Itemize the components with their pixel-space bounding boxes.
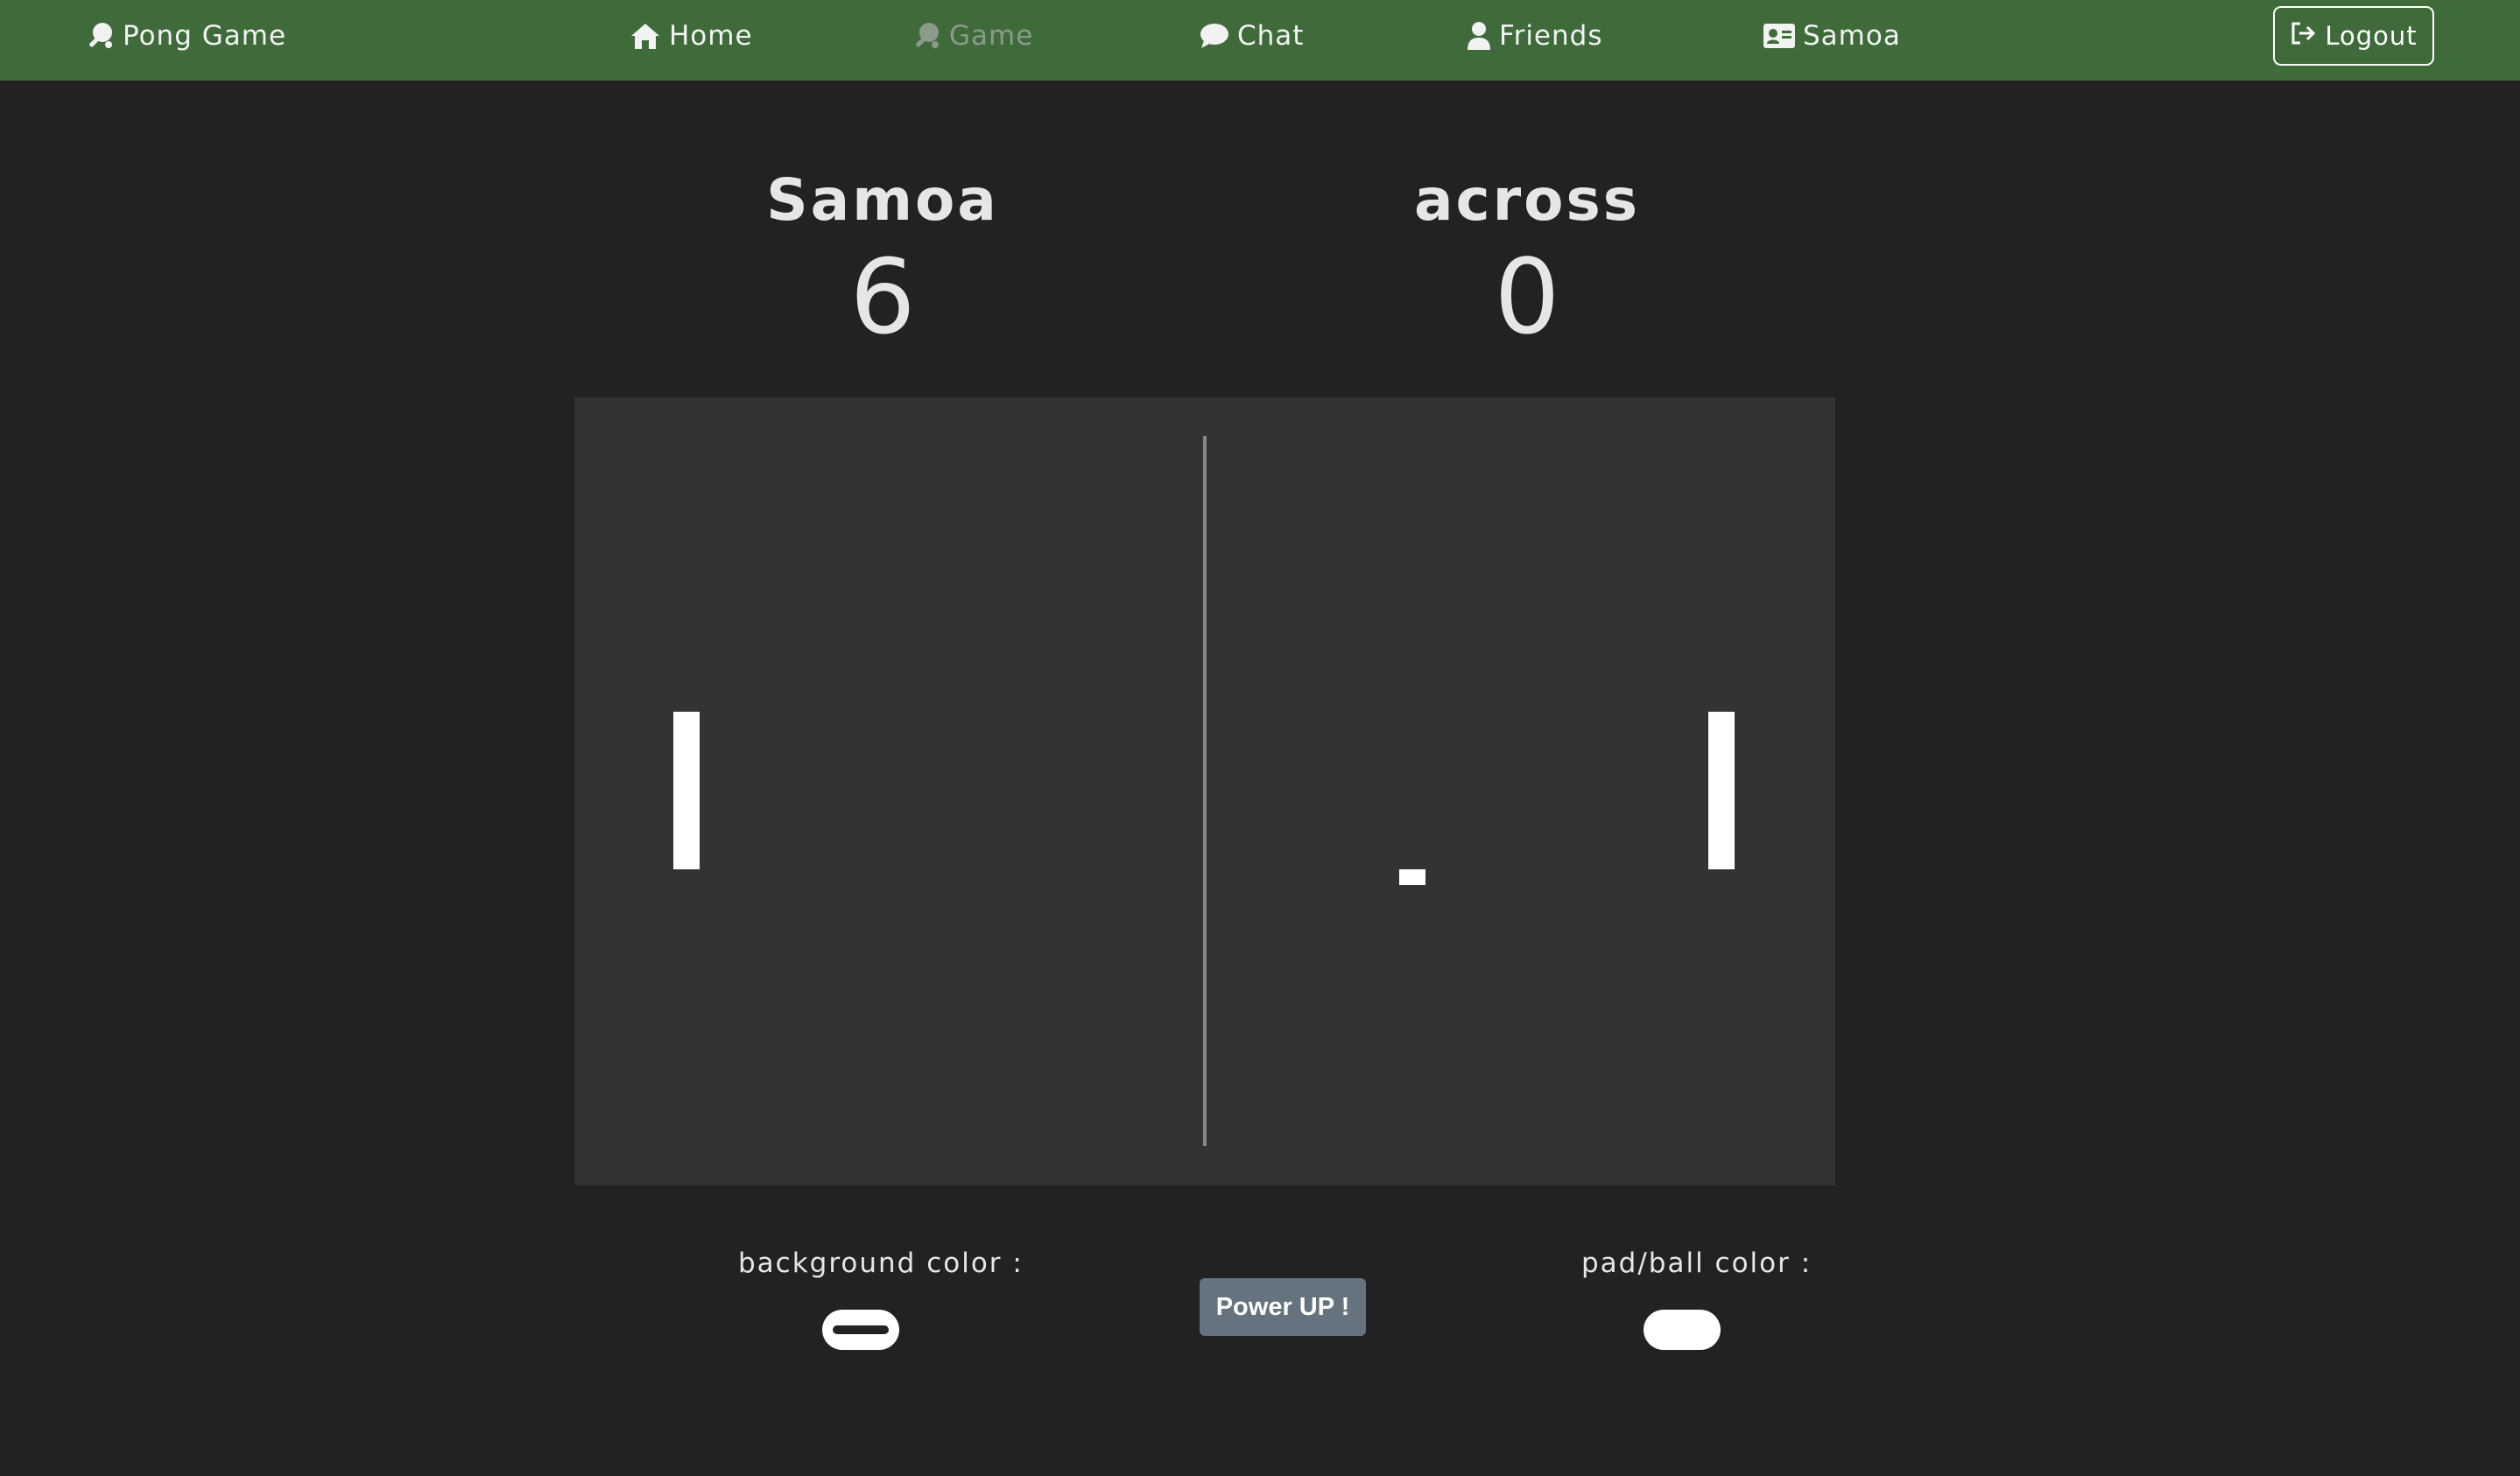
nav-item-home[interactable]: Home	[629, 0, 753, 72]
player1-name: Samoa	[766, 166, 999, 234]
logout-button[interactable]: Logout	[2273, 6, 2434, 66]
nav-item-friends[interactable]: Friends	[1466, 0, 1602, 72]
nav-item-label: Friends	[1499, 20, 1603, 52]
background-color-label: background color :	[738, 1248, 1024, 1279]
background-color-picker[interactable]	[822, 1310, 899, 1350]
nav-item-chat[interactable]: Chat	[1199, 0, 1304, 72]
nav-item-profile[interactable]: Samoa	[1763, 0, 1901, 72]
background-color-swatch	[833, 1325, 889, 1334]
home-icon	[629, 21, 662, 51]
nav-item-label: Home	[669, 20, 753, 52]
logout-icon	[2290, 21, 2316, 52]
nav-item-label: Chat	[1237, 20, 1305, 52]
right-paddle	[1708, 712, 1735, 869]
player2-score: 0	[1494, 236, 1560, 357]
nav-item-game[interactable]: Game	[912, 0, 1033, 72]
ping-pong-icon	[912, 21, 942, 51]
power-up-button[interactable]: Power UP !	[1200, 1278, 1366, 1336]
brand-label: Pong Game	[123, 20, 287, 52]
game-board[interactable]	[574, 397, 1835, 1185]
logout-label: Logout	[2325, 21, 2418, 51]
pad-ball-color-picker[interactable]	[1644, 1310, 1721, 1350]
player1-score: 6	[849, 236, 916, 357]
nav-item-label: Samoa	[1803, 20, 1901, 52]
left-paddle	[673, 712, 700, 869]
id-card-icon	[1763, 23, 1796, 49]
player2-name: across	[1413, 166, 1641, 234]
chat-bubble-icon	[1199, 22, 1230, 50]
nav-item-label: Game	[949, 20, 1034, 52]
user-icon	[1466, 21, 1492, 51]
nav-brand[interactable]: Pong Game	[86, 0, 286, 72]
navbar: Pong Game Home Game Chat Friends Samoa L…	[0, 0, 2520, 81]
ping-pong-icon	[86, 21, 116, 51]
ball	[1399, 869, 1425, 885]
center-line	[1203, 436, 1207, 1146]
pad-ball-color-label: pad/ball color :	[1581, 1248, 1813, 1279]
